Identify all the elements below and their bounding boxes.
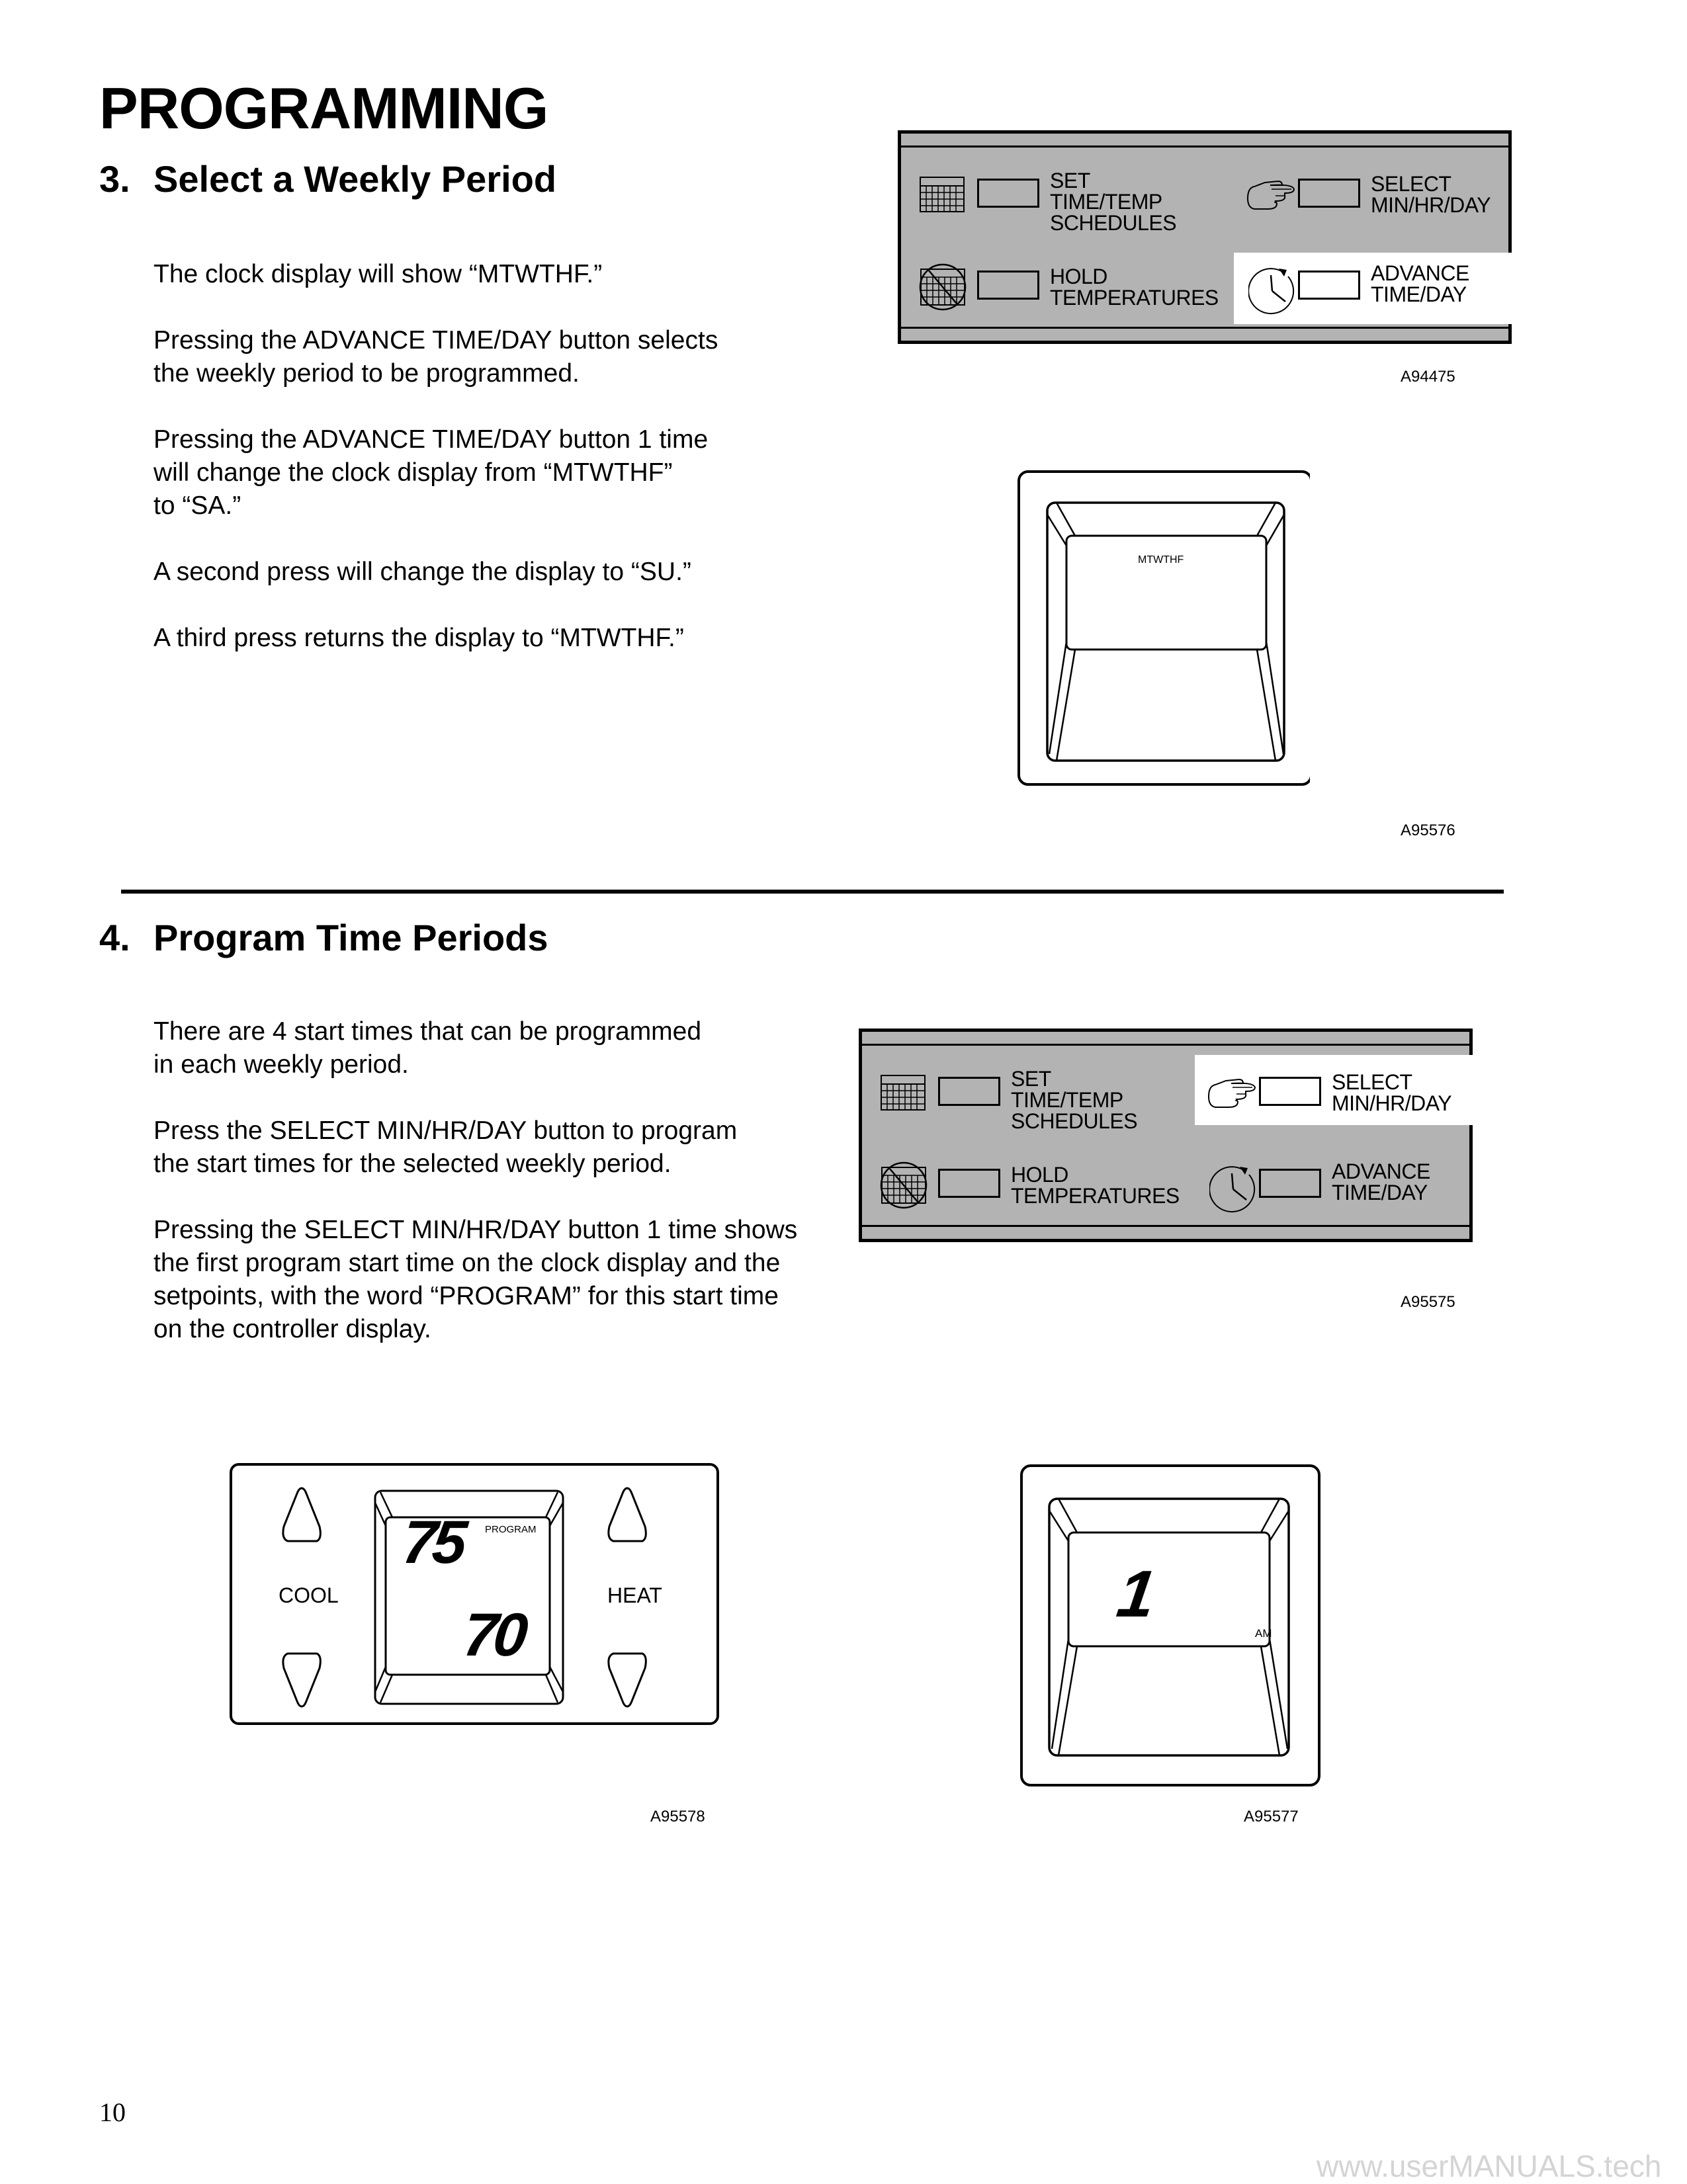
paragraph: Pressing the SELECT MIN/HR/DAY button 1 …	[153, 1214, 868, 1346]
panel-rail	[901, 146, 1508, 147]
text-line: to “SA.”	[153, 491, 241, 520]
calendar-icon	[881, 1075, 926, 1111]
paragraph: The clock display will show “MTWTHF.”	[153, 258, 848, 291]
watermark: www.userMANUALS.tech	[1317, 2149, 1662, 2183]
section-number: 4.	[99, 917, 130, 958]
button-key[interactable]	[977, 179, 1039, 208]
paragraph: There are 4 start times that can be prog…	[153, 1015, 868, 1081]
section-title: Select a Weekly Period	[153, 158, 557, 200]
controller-lcd-bezel	[374, 1490, 564, 1705]
text-line: The clock display will show “MTWTHF.”	[153, 260, 603, 288]
paragraph: Pressing the ADVANCE TIME/DAY button 1 t…	[153, 423, 848, 523]
text-line: A second press will change the display t…	[153, 558, 691, 586]
figure-code: A95575	[1401, 1293, 1455, 1311]
button-label: SET TIME/TEMP SCHEDULES	[1011, 1067, 1138, 1133]
section-title: Program Time Periods	[153, 917, 548, 958]
panel-rail	[862, 1044, 1469, 1046]
text-line: There are 4 start times that can be prog…	[153, 1017, 702, 1046]
clock-bezel-drawing	[1020, 1464, 1320, 1786]
clock-advance-icon	[1248, 268, 1295, 315]
paragraph: A second press will change the display t…	[153, 556, 848, 589]
heat-setpoint-display: 70	[460, 1601, 527, 1669]
pointing-hand-icon	[1207, 1078, 1256, 1108]
button-label: HOLD TEMPERATURES	[1050, 265, 1219, 310]
text-line: on the controller display.	[153, 1315, 431, 1343]
page-number: 10	[99, 2097, 126, 2127]
text-line: the first program start time on the cloc…	[153, 1249, 781, 1277]
clock-display-text: MTWTHF	[1138, 554, 1184, 566]
clock-bezel-drawing	[1017, 470, 1313, 786]
calendar-prohibited-icon	[880, 1161, 928, 1209]
button-key[interactable]	[977, 271, 1039, 300]
panel-rail	[901, 327, 1508, 329]
section-4-body: There are 4 start times that can be prog…	[153, 1015, 868, 1346]
controller-figure: COOL HEAT PROGRAM 75 70	[230, 1463, 719, 1725]
button-key[interactable]	[1298, 179, 1360, 208]
figure-code: A95576	[1401, 821, 1455, 839]
paragraph: A third press returns the display to “MT…	[153, 622, 848, 655]
text-line: in each weekly period.	[153, 1050, 409, 1079]
text-line: Press the SELECT MIN/HR/DAY button to pr…	[153, 1116, 738, 1145]
button-label: ADVANCE TIME/DAY	[1332, 1159, 1430, 1204]
figure-code: A95577	[1244, 1808, 1299, 1826]
button-label: SELECT MIN/HR/DAY	[1371, 172, 1491, 217]
section-divider	[121, 890, 1504, 894]
text-line: setpoints, with the word “PROGRAM” for t…	[153, 1282, 779, 1310]
program-indicator: PROGRAM	[485, 1524, 537, 1535]
text-line: A third press returns the display to “MT…	[153, 624, 684, 652]
clock-display-figure: 1 AM	[1006, 1455, 1323, 1792]
clock-advance-icon	[1209, 1166, 1256, 1213]
button-label: ADVANCE TIME/DAY	[1371, 261, 1469, 306]
text-line: the weekly period to be programmed.	[153, 359, 580, 388]
button-label: SET TIME/TEMP SCHEDULES	[1050, 169, 1177, 235]
text-line: the start times for the selected weekly …	[153, 1150, 671, 1178]
heat-label: HEAT	[607, 1583, 662, 1607]
cool-label: COOL	[279, 1583, 339, 1607]
panel-rail	[862, 1225, 1469, 1227]
clock-display-figure: MTWTHF	[1006, 463, 1313, 787]
button-label: HOLD TEMPERATURES	[1011, 1163, 1180, 1208]
section-4-heading: 4. Program Time Periods	[99, 919, 548, 956]
button-key[interactable]	[1259, 1169, 1321, 1198]
button-label: SELECT MIN/HR/DAY	[1332, 1070, 1452, 1115]
paragraph: Pressing the ADVANCE TIME/DAY button sel…	[153, 324, 848, 390]
figure-code: A94475	[1401, 368, 1455, 386]
section-3-heading: 3. Select a Weekly Period	[99, 161, 556, 198]
page-title: PROGRAMMING	[99, 75, 548, 141]
calendar-prohibited-icon	[919, 263, 967, 311]
text-line: will change the clock display from “MTWT…	[153, 458, 673, 487]
figure-code: A95578	[650, 1808, 705, 1826]
cool-down-arrow-button[interactable]	[281, 1650, 322, 1709]
calendar-icon	[920, 177, 965, 212]
paragraph: Press the SELECT MIN/HR/DAY button to pr…	[153, 1114, 868, 1181]
pointing-hand-icon	[1246, 180, 1295, 210]
section-3-body: The clock display will show “MTWTHF.” Pr…	[153, 258, 848, 655]
button-key[interactable]	[1259, 1077, 1321, 1106]
text-line: Pressing the ADVANCE TIME/DAY button 1 t…	[153, 425, 709, 454]
section-number: 3.	[99, 158, 130, 200]
text-line: Pressing the SELECT MIN/HR/DAY button 1 …	[153, 1216, 798, 1244]
button-key[interactable]	[1298, 271, 1360, 300]
button-panel-figure: SET TIME/TEMP SCHEDULES SELECT MIN/HR/DA…	[859, 1029, 1492, 1242]
button-key[interactable]	[938, 1077, 1000, 1106]
text-line: Pressing the ADVANCE TIME/DAY button sel…	[153, 326, 718, 355]
heat-up-arrow-button[interactable]	[607, 1486, 648, 1545]
heat-down-arrow-button[interactable]	[607, 1650, 648, 1709]
button-panel-figure: SET TIME/TEMP SCHEDULES SELECT MIN/HR/DA…	[898, 130, 1532, 344]
button-key[interactable]	[938, 1169, 1000, 1198]
cool-up-arrow-button[interactable]	[281, 1486, 322, 1545]
cool-setpoint-display: 75	[399, 1509, 466, 1576]
meridiem-indicator: AM	[1255, 1627, 1272, 1640]
